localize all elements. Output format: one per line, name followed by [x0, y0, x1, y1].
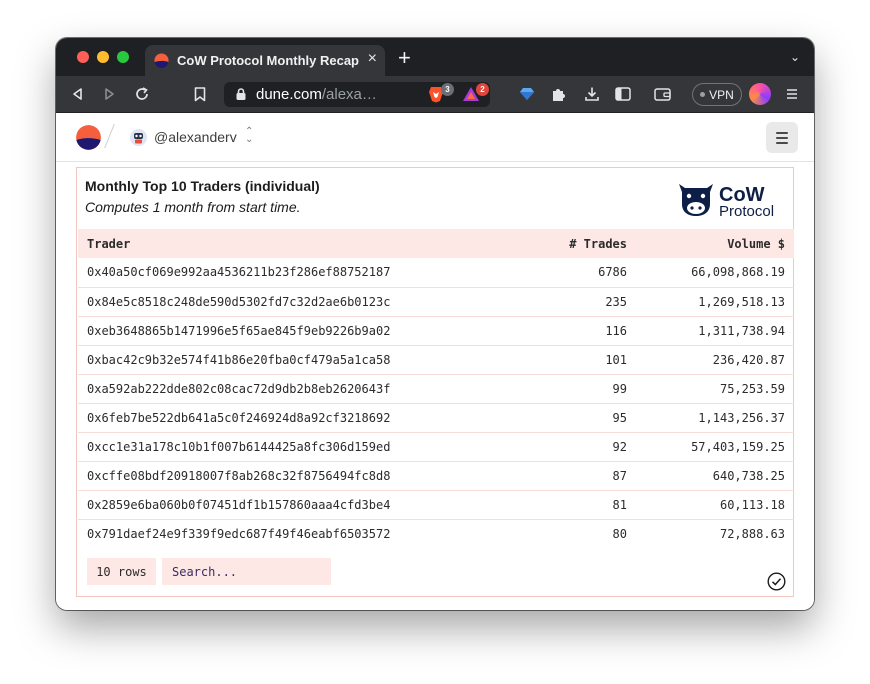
cell-trades: 87	[612, 468, 627, 483]
column-header-trades[interactable]: # Trades	[508, 229, 636, 258]
protocol-logo-text: Protocol	[719, 203, 774, 218]
cell-volume: 57,403,159.25	[691, 439, 785, 454]
back-icon[interactable]	[68, 84, 88, 104]
cell-trader: 0x2859e6ba060b0f07451df1b157860aaa4cfd3b…	[87, 497, 391, 512]
browser-window: CoW Protocol Monthly Recap × + ⌄ dune.co…	[56, 38, 814, 610]
brave-shields-area: 3 2	[420, 82, 490, 107]
cell-trades: 6786	[598, 265, 627, 280]
wallet-gem-icon[interactable]	[517, 84, 537, 104]
cell-volume: 75,253.59	[719, 381, 785, 396]
account-switcher-chevron-icon[interactable]: ⌃ ⌄	[245, 127, 253, 145]
table-header-row: Trader # Trades Volume $	[78, 229, 794, 258]
url-host: dune.com	[256, 86, 322, 103]
cell-trader: 0x6feb7be522db641a5c0f246924d8a92cf32186…	[87, 410, 391, 425]
cell-trades: 101	[605, 352, 627, 367]
profile-avatar[interactable]	[749, 83, 771, 105]
hamburger-line	[776, 141, 788, 144]
search-input[interactable]	[162, 558, 331, 585]
tab-active[interactable]: CoW Protocol Monthly Recap ×	[145, 45, 385, 76]
hamburger-line	[776, 131, 788, 134]
url-path: /alexa…	[321, 86, 377, 103]
cell-volume: 640,738.25	[712, 468, 785, 483]
rewards-badge: 2	[476, 83, 489, 96]
dune-logo-icon[interactable]	[76, 125, 101, 150]
cell-volume: 66,098,868.19	[691, 265, 785, 280]
cell-volume: 236,420.87	[712, 352, 785, 367]
table-row: 0x2859e6ba060b0f07451df1b157860aaa4cfd3b…	[78, 490, 794, 519]
page-content: @alexanderv ⌃ ⌄ Monthly Top 10 Traders (i…	[56, 113, 814, 610]
brave-shield-badge: 3	[441, 83, 454, 96]
url-text: dune.com/alexa…	[256, 86, 377, 103]
table-row: 0xcffe08bdf20918007f8ab268c32f8756494fc8…	[78, 461, 794, 490]
hamburger-menu-button[interactable]	[766, 122, 798, 153]
cell-trader: 0xcffe08bdf20918007f8ab268c32f8756494fc8…	[87, 468, 391, 483]
table-row: 0xeb3648865b1471996e5f65ae845f9eb9226b9a…	[78, 316, 794, 345]
widget-title: Monthly Top 10 Traders (individual)	[85, 178, 320, 194]
table-row: 0x6feb7be522db641a5c0f246924d8a92cf32186…	[78, 403, 794, 432]
column-header-trader[interactable]: Trader	[78, 229, 508, 258]
breadcrumb-divider	[104, 123, 115, 149]
table-row: 0xcc1e31a178c10b1f007b6144425a8fc306d159…	[78, 432, 794, 461]
new-tab-button[interactable]: +	[398, 47, 411, 69]
maximize-window-button[interactable]	[117, 51, 129, 63]
hamburger-line	[776, 136, 788, 139]
traders-table: Trader # Trades Volume $ 0x40a50cf069e99…	[78, 229, 794, 548]
vpn-button[interactable]: VPN	[692, 83, 742, 106]
table-row: 0xa592ab222dde802c08cac72d9db2b8eb262064…	[78, 374, 794, 403]
vpn-label: VPN	[709, 87, 734, 102]
cow-protocol-logo: CoW Protocol	[679, 184, 774, 218]
cell-trades: 116	[605, 323, 627, 338]
cell-trades: 81	[612, 497, 627, 512]
cell-trader: 0x40a50cf069e992aa4536211b23f286ef887521…	[87, 265, 391, 280]
cell-trades: 235	[605, 294, 627, 309]
cell-trader: 0xeb3648865b1471996e5f65ae845f9eb9226b9a…	[87, 323, 391, 338]
cell-volume: 60,113.18	[719, 497, 785, 512]
cell-trader: 0xcc1e31a178c10b1f007b6144425a8fc306d159…	[87, 439, 391, 454]
widget-subtitle: Computes 1 month from start time.	[85, 199, 301, 215]
cell-volume: 1,311,738.94	[698, 323, 785, 338]
browser-menu-icon[interactable]	[782, 84, 802, 104]
bookmark-icon[interactable]	[190, 84, 210, 104]
dune-favicon-icon	[154, 53, 169, 68]
dune-header: @alexanderv ⌃ ⌄	[56, 113, 814, 162]
table-body: 0x40a50cf069e992aa4536211b23f286ef887521…	[78, 258, 794, 548]
username[interactable]: @alexanderv	[154, 129, 237, 145]
vpn-status-dot	[700, 92, 706, 97]
check-circle-icon	[767, 572, 786, 591]
tab-title: CoW Protocol Monthly Recap	[177, 53, 359, 68]
cell-trades: 80	[612, 526, 627, 541]
browser-toolbar: dune.com/alexa… 3 2 VPN	[56, 76, 814, 113]
table-row: 0x40a50cf069e992aa4536211b23f286ef887521…	[78, 258, 794, 287]
desktop-background: CoW Protocol Monthly Recap × + ⌄ dune.co…	[0, 0, 870, 684]
lock-icon	[236, 88, 246, 100]
cell-trades: 95	[612, 410, 627, 425]
download-icon[interactable]	[582, 84, 602, 104]
close-window-button[interactable]	[77, 51, 89, 63]
cell-trader: 0xbac42c9b32e574f41b86e20fba0cf479a5a1ca…	[87, 352, 391, 367]
user-avatar	[130, 129, 147, 146]
extensions-icon[interactable]	[549, 84, 569, 104]
cell-trades: 99	[612, 381, 627, 396]
table-row: 0x84e5c8518c248de590d5302fd7c32d2ae6b012…	[78, 287, 794, 316]
column-header-volume[interactable]: Volume $	[636, 229, 794, 258]
tab-bar: CoW Protocol Monthly Recap × + ⌄	[56, 38, 814, 76]
table-widget: Monthly Top 10 Traders (individual) Comp…	[76, 167, 794, 597]
wallet-icon[interactable]	[652, 84, 672, 104]
close-tab-icon[interactable]: ×	[368, 50, 377, 68]
forward-icon[interactable]	[99, 84, 119, 104]
sidebar-icon[interactable]	[613, 84, 633, 104]
cell-trader: 0xa592ab222dde802c08cac72d9db2b8eb262064…	[87, 381, 391, 396]
cell-trader: 0x84e5c8518c248de590d5302fd7c32d2ae6b012…	[87, 294, 391, 309]
cell-trades: 92	[612, 439, 627, 454]
minimize-window-button[interactable]	[97, 51, 109, 63]
cell-volume: 1,269,518.13	[698, 294, 785, 309]
cell-volume: 72,888.63	[719, 526, 785, 541]
reload-icon[interactable]	[132, 84, 152, 104]
cell-volume: 1,143,256.37	[698, 410, 785, 425]
table-row: 0xbac42c9b32e574f41b86e20fba0cf479a5a1ca…	[78, 345, 794, 374]
cell-trader: 0x791daef24e9f339f9edc687f49f46eabf65035…	[87, 526, 391, 541]
tab-list-chevron-icon[interactable]: ⌄	[790, 50, 800, 64]
table-row: 0x791daef24e9f339f9edc687f49f46eabf65035…	[78, 519, 794, 548]
row-count-badge: 10 rows	[87, 558, 156, 585]
